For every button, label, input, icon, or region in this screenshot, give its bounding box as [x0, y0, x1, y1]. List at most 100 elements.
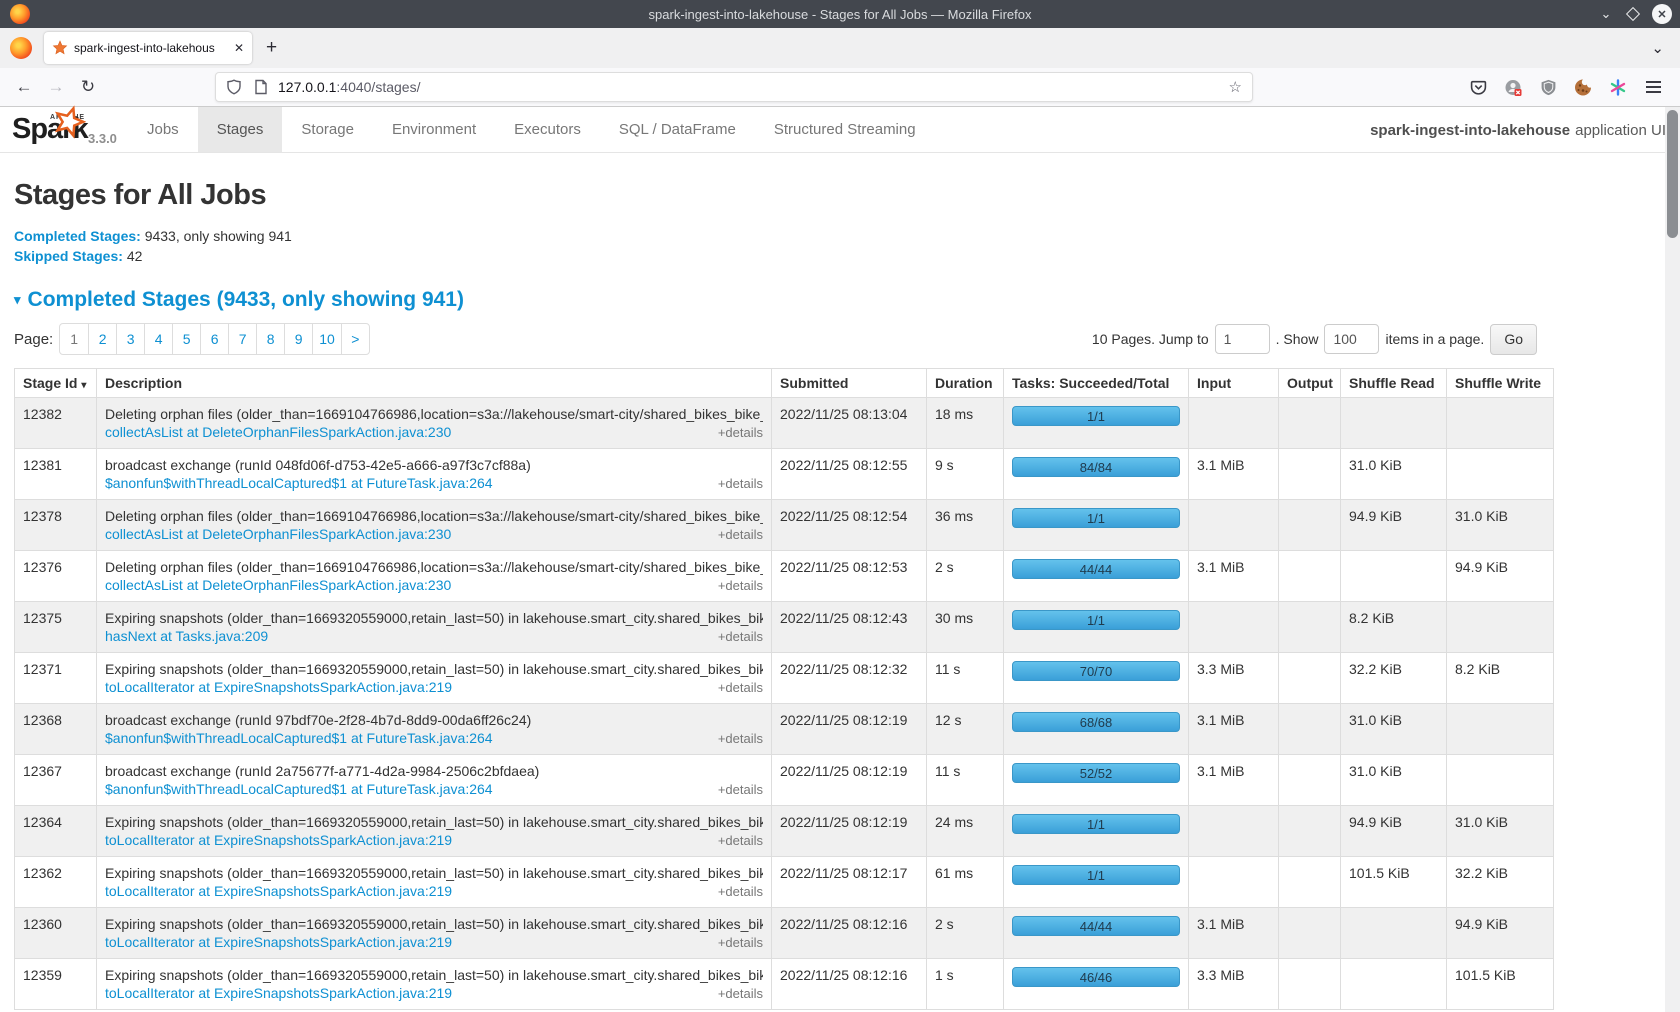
shuffle-write-cell: 31.0 KiB: [1447, 500, 1554, 551]
url-bar[interactable]: 127.0.0.1:4040/stages/ ☆: [215, 72, 1253, 102]
table-row: 12360 Expiring snapshots (older_than=166…: [15, 908, 1554, 959]
page-number-button[interactable]: 3: [116, 324, 144, 354]
scrollbar-thumb[interactable]: [1667, 110, 1678, 238]
page-number-button[interactable]: 1: [60, 324, 88, 354]
summary-link[interactable]: Completed Stages:: [14, 228, 141, 244]
tasks-progress-bar: 1/1: [1012, 508, 1180, 528]
ublock-shield-icon[interactable]: [1539, 78, 1557, 96]
page-number-button[interactable]: 2: [88, 324, 116, 354]
stage-callsite-link[interactable]: collectAsList at DeleteOrphanFilesSparkA…: [105, 424, 451, 440]
account-extension-icon[interactable]: [1504, 78, 1522, 96]
jump-to-page-input[interactable]: [1215, 324, 1270, 354]
tracking-shield-icon[interactable]: [226, 79, 242, 95]
browser-tab[interactable]: spark-ingest-into-lakehous ✕: [44, 32, 252, 64]
duration-cell: 2 s: [927, 551, 1004, 602]
details-toggle[interactable]: +details: [718, 425, 763, 440]
stage-callsite-link[interactable]: toLocalIterator at ExpireSnapshotsSparkA…: [105, 934, 452, 950]
col-shuffle-write[interactable]: Shuffle Write: [1447, 369, 1554, 398]
details-toggle[interactable]: +details: [718, 986, 763, 1001]
details-toggle[interactable]: +details: [718, 629, 763, 644]
page-number-button[interactable]: 8: [256, 324, 284, 354]
window-maximize-button[interactable]: [1626, 7, 1640, 21]
col-stage-id[interactable]: Stage Id ▾: [15, 369, 97, 398]
stage-id-cell: 12367: [15, 755, 97, 806]
forward-button[interactable]: →: [40, 77, 72, 97]
spark-nav-item[interactable]: Storage: [282, 107, 373, 152]
output-cell: [1279, 551, 1341, 602]
details-toggle[interactable]: +details: [718, 884, 763, 899]
details-toggle[interactable]: +details: [718, 476, 763, 491]
pocket-icon[interactable]: [1469, 78, 1487, 96]
items-per-page-input[interactable]: [1324, 324, 1379, 354]
spark-nav-item[interactable]: Jobs: [128, 107, 198, 152]
page-number-button[interactable]: 5: [172, 324, 200, 354]
page-scrollbar[interactable]: [1665, 107, 1680, 1012]
col-tasks[interactable]: Tasks: Succeeded/Total: [1004, 369, 1189, 398]
back-button[interactable]: ←: [8, 77, 40, 97]
tasks-cell: 84/84: [1004, 449, 1189, 500]
stage-callsite-link[interactable]: $anonfun$withThreadLocalCaptured$1 at Fu…: [105, 730, 493, 746]
stage-callsite-link[interactable]: collectAsList at DeleteOrphanFilesSparkA…: [105, 577, 451, 593]
tab-close-icon[interactable]: ✕: [234, 41, 244, 55]
description-text: Deleting orphan files (older_than=166910…: [105, 406, 763, 422]
page-number-button[interactable]: 6: [200, 324, 228, 354]
spark-nav-item[interactable]: Environment: [373, 107, 495, 152]
stage-callsite-link[interactable]: $anonfun$withThreadLocalCaptured$1 at Fu…: [105, 781, 493, 797]
menu-hamburger-icon[interactable]: [1644, 78, 1662, 96]
window-close-button[interactable]: ✕: [1652, 4, 1672, 24]
reload-button[interactable]: ↻: [72, 77, 104, 97]
col-shuffle-read[interactable]: Shuffle Read: [1341, 369, 1447, 398]
tasks-cell: 1/1: [1004, 500, 1189, 551]
page-info-icon[interactable]: [254, 79, 268, 95]
cookie-extension-icon[interactable]: [1574, 78, 1592, 96]
col-input[interactable]: Input: [1189, 369, 1279, 398]
spark-nav-item[interactable]: SQL / DataFrame: [600, 107, 755, 152]
details-toggle[interactable]: +details: [718, 833, 763, 848]
spark-nav-item[interactable]: Executors: [495, 107, 600, 152]
stage-callsite-link[interactable]: $anonfun$withThreadLocalCaptured$1 at Fu…: [105, 475, 493, 491]
stage-callsite-link[interactable]: collectAsList at DeleteOrphanFilesSparkA…: [105, 526, 451, 542]
details-toggle[interactable]: +details: [718, 782, 763, 797]
go-button[interactable]: Go: [1490, 324, 1537, 355]
stage-id-cell: 12360: [15, 908, 97, 959]
details-toggle[interactable]: +details: [718, 731, 763, 746]
page-number-button[interactable]: 9: [284, 324, 312, 354]
page-number-button[interactable]: >: [341, 324, 369, 354]
bookmark-star-icon[interactable]: ☆: [1229, 78, 1242, 96]
window-minimize-button[interactable]: ⌄: [1598, 6, 1614, 22]
window-title: spark-ingest-into-lakehouse - Stages for…: [0, 7, 1680, 22]
spark-nav-item[interactable]: Stages: [198, 107, 283, 152]
submitted-cell: 2022/11/25 08:12:16: [772, 908, 927, 959]
page-number-button[interactable]: 7: [228, 324, 256, 354]
page-number-button[interactable]: 10: [312, 324, 341, 354]
summary-link[interactable]: Skipped Stages:: [14, 248, 123, 264]
stage-callsite-link[interactable]: hasNext at Tasks.java:209: [105, 628, 268, 644]
stage-callsite-link[interactable]: toLocalIterator at ExpireSnapshotsSparkA…: [105, 832, 452, 848]
details-toggle[interactable]: +details: [718, 527, 763, 542]
spark-nav-item[interactable]: Structured Streaming: [755, 107, 935, 152]
spark-logo[interactable]: APACHE Spark 3.3.0: [0, 107, 128, 152]
shuffle-read-cell: 31.0 KiB: [1341, 704, 1447, 755]
completed-stages-section-header[interactable]: ▾ Completed Stages (9433, only showing 9…: [14, 288, 1665, 312]
shuffle-write-cell: [1447, 704, 1554, 755]
stage-callsite-link[interactable]: toLocalIterator at ExpireSnapshotsSparkA…: [105, 985, 452, 1001]
stage-callsite-link[interactable]: toLocalIterator at ExpireSnapshotsSparkA…: [105, 883, 452, 899]
description-text: Expiring snapshots (older_than=166932055…: [105, 916, 763, 932]
stage-callsite-link[interactable]: toLocalIterator at ExpireSnapshotsSparkA…: [105, 679, 452, 695]
input-cell: 3.1 MiB: [1189, 449, 1279, 500]
stage-id-cell: 12382: [15, 398, 97, 449]
list-all-tabs-icon[interactable]: ⌄: [1651, 39, 1664, 57]
colorful-asterisk-extension-icon[interactable]: [1609, 78, 1627, 96]
firefox-view-icon[interactable]: [10, 37, 32, 59]
col-description[interactable]: Description: [97, 369, 772, 398]
col-output[interactable]: Output: [1279, 369, 1341, 398]
tasks-progress-label: 84/84: [1080, 460, 1113, 475]
col-submitted[interactable]: Submitted: [772, 369, 927, 398]
details-toggle[interactable]: +details: [718, 935, 763, 950]
shuffle-read-cell: 94.9 KiB: [1341, 806, 1447, 857]
col-duration[interactable]: Duration: [927, 369, 1004, 398]
new-tab-button[interactable]: +: [266, 37, 277, 59]
page-number-button[interactable]: 4: [144, 324, 172, 354]
details-toggle[interactable]: +details: [718, 680, 763, 695]
details-toggle[interactable]: +details: [718, 578, 763, 593]
